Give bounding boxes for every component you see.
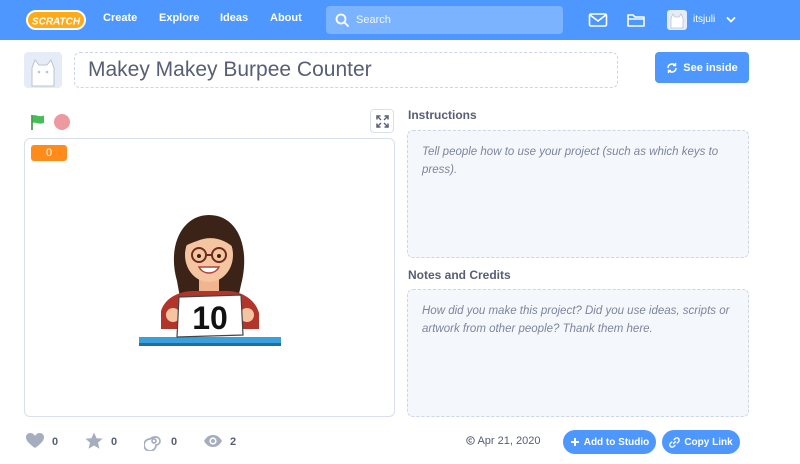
fullscreen-button[interactable] [370,109,394,133]
scratch-logo[interactable]: SCRATCH [26,9,86,31]
project-title-input[interactable] [74,52,618,88]
remix-arrows-icon [667,62,678,73]
burpee-counter-sprite: 10 [139,215,281,346]
messages-icon[interactable] [588,11,608,29]
search-icon [335,13,349,27]
search-input[interactable] [356,6,556,34]
nav-link-create[interactable]: Create [103,12,137,24]
green-flag-icon[interactable] [29,113,47,131]
link-icon [669,436,681,448]
nav-link-explore[interactable]: Explore [159,12,199,24]
copyright-icon [466,436,475,445]
copy-link-label: Copy Link [684,436,733,448]
instructions-textarea[interactable]: Tell people how to use your project (suc… [407,130,749,258]
username-label[interactable]: itsjuli [693,14,715,25]
my-stuff-folder-icon[interactable] [626,11,646,29]
account-caret-icon[interactable] [725,14,737,26]
add-to-studio-label: Add to Studio [583,436,650,448]
svg-text:SCRATCH: SCRATCH [32,17,81,28]
love-count: 0 [52,436,59,448]
notes-credits-textarea[interactable]: How did you make this project? Did you u… [407,289,749,417]
cat-avatar-icon [31,59,55,87]
copy-link-button[interactable]: Copy Link [662,430,740,454]
plus-icon [570,438,579,446]
user-avatar[interactable] [667,10,687,30]
love-heart-icon[interactable] [25,431,45,451]
variable-monitor: 0 [31,145,67,161]
sprite-sign-number: 10 [192,300,228,336]
search-bar [326,6,563,34]
add-to-studio-button[interactable]: Add to Studio [563,430,656,454]
view-count: 2 [230,436,237,448]
instructions-heading: Instructions [408,108,477,122]
favorite-star-icon[interactable] [84,431,104,451]
views-eye-icon [204,435,222,447]
favorite-count: 0 [111,436,118,448]
share-date-text: Apr 21, 2020 [477,435,541,447]
top-nav: SCRATCH Create Explore Ideas About itsju… [0,0,800,40]
remix-count: 0 [171,436,178,448]
notes-credits-heading: Notes and Credits [408,268,511,282]
project-author-avatar[interactable] [24,52,62,88]
see-inside-button[interactable]: See inside [655,52,749,83]
project-stage[interactable]: 0 10 [24,138,395,417]
nav-link-ideas[interactable]: Ideas [220,12,248,24]
see-inside-label: See inside [683,61,738,74]
nav-link-about[interactable]: About [270,12,302,24]
stop-button[interactable] [54,114,70,130]
cat-avatar-icon [670,13,684,29]
fullscreen-icon [375,114,389,128]
remix-spiral-icon [144,436,161,451]
share-date: Apr 21, 2020 [466,435,540,447]
